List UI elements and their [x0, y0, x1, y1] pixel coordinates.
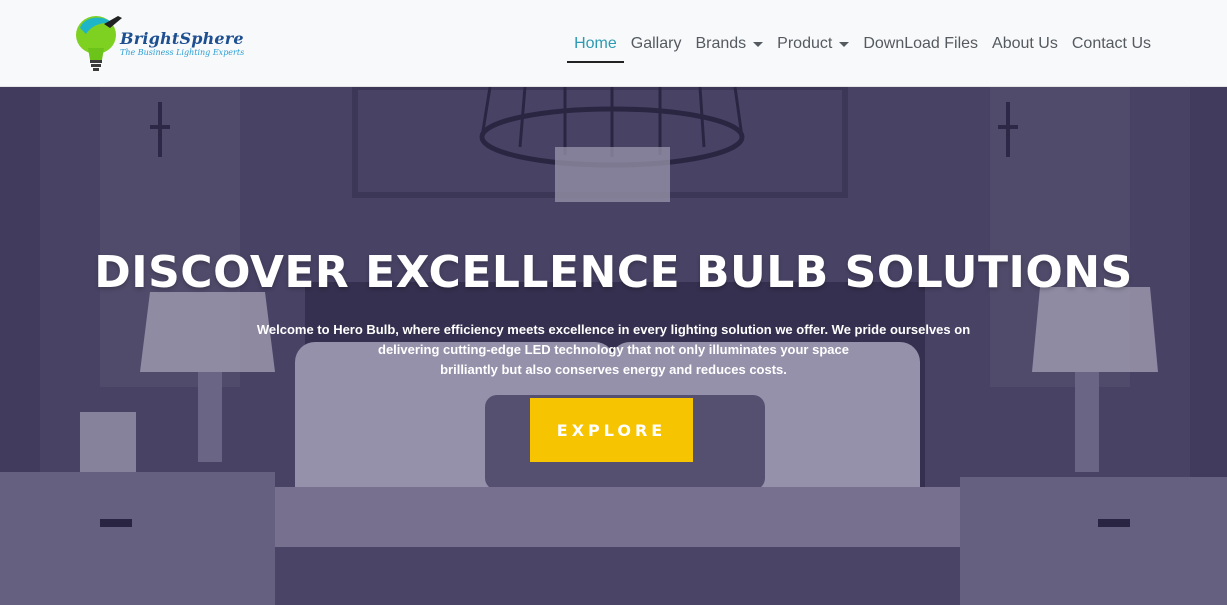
hero-description-line: delivering cutting-edge LED technology t… — [378, 342, 849, 357]
nav-download-files-label: DownLoad Files — [863, 35, 979, 52]
nav-product-label: Product — [777, 35, 833, 52]
main-nav: Home Gallary Brands Product DownLoad Fil… — [567, 30, 1151, 63]
nav-contact-us-label: Contact Us — [1071, 35, 1151, 52]
nav-about-us-label: About Us — [992, 35, 1058, 52]
hero-title: DISCOVER EXCELLENCE BULB SOLUTIONS — [94, 247, 1133, 298]
nav-about-us[interactable]: About Us — [992, 30, 1058, 58]
nav-download-files[interactable]: DownLoad Files — [863, 30, 978, 58]
brand-logo[interactable]: BrightSphere The Business Lighting Exper… — [74, 10, 244, 74]
hero-description-line: brilliantly but also conserves energy an… — [440, 362, 787, 377]
nav-home[interactable]: Home — [567, 30, 624, 63]
hero-description: Welcome to Hero Bulb, where efficiency m… — [240, 320, 987, 380]
chevron-down-icon — [753, 41, 764, 47]
nav-brands-dropdown[interactable]: Brands — [695, 30, 764, 58]
nav-gallary-label: Gallary — [630, 35, 682, 52]
hero-section: DISCOVER EXCELLENCE BULB SOLUTIONS Welco… — [0, 87, 1227, 605]
navbar: BrightSphere The Business Lighting Exper… — [0, 0, 1227, 87]
bulb-logo-icon — [76, 16, 122, 71]
nav-product-dropdown[interactable]: Product — [777, 30, 850, 58]
nav-brands-label: Brands — [695, 35, 747, 52]
brand-tagline: The Business Lighting Experts — [120, 48, 245, 57]
chevron-down-icon — [839, 41, 850, 47]
nav-home-label: Home — [574, 35, 617, 52]
hero-description-line: Welcome to Hero Bulb, where efficiency m… — [256, 322, 971, 337]
brand-name: BrightSphere — [120, 29, 244, 48]
nav-contact-us[interactable]: Contact Us — [1072, 30, 1151, 58]
explore-button[interactable]: EXPLORE — [530, 398, 693, 462]
nav-gallary[interactable]: Gallary — [631, 30, 682, 58]
